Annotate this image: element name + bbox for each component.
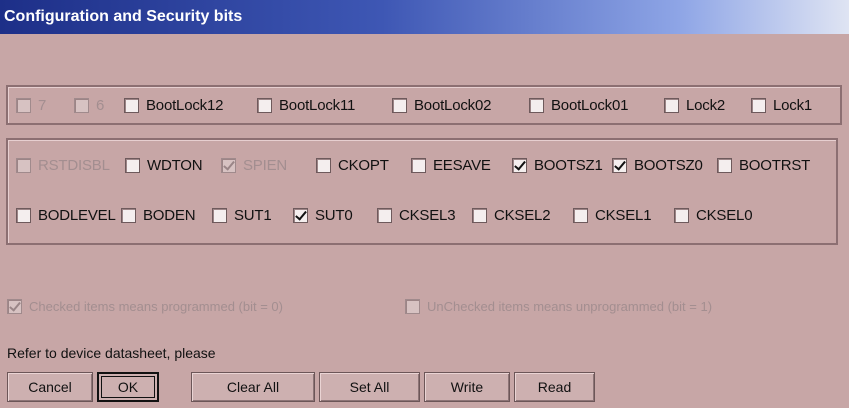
checkbox-bodlevel[interactable]: [16, 207, 31, 223]
checkbox-label-boden: BODEN: [143, 206, 196, 224]
legend-unchecked: UnChecked items means unprogrammed (bit …: [405, 299, 712, 314]
checkbox-label-spien: SPIEN: [243, 156, 288, 174]
lock-bits-group: 7 6 BootLock12 BootLock11 BootLock02 BootLock…: [6, 85, 842, 125]
fuse-item-bootsz0[interactable]: BOOTSZ0: [612, 157, 703, 174]
fuse-low-row: BODLEVEL BODEN SUT1 SUT0 CKSEL3 CKSEL2 CKSEL1 C…: [16, 206, 836, 224]
checkbox-label-bootsz0: BOOTSZ0: [634, 156, 703, 174]
ok-button[interactable]: OK: [97, 372, 159, 402]
legend-unchecked-text: UnChecked items means unprogrammed (bit …: [427, 299, 713, 314]
checkbox-label-cksel0: CKSEL0: [696, 206, 753, 224]
lock-bits-row: 7 6 BootLock12 BootLock11 BootLock02 BootLock…: [16, 96, 840, 114]
fuse-item-rstdisbl: RSTDISBL: [16, 157, 110, 174]
checkbox-label-bootrst: BOOTRST: [739, 156, 811, 174]
checkbox-6: [74, 97, 89, 113]
checkbox-bootlock11[interactable]: [257, 97, 272, 113]
fuse-bits-group: RSTDISBL WDTON SPIEN CKOPT EESAVE BOOTSZ1 BOOT…: [6, 138, 838, 245]
checkbox-sut0[interactable]: [293, 207, 308, 223]
checkbox-label-cksel1: CKSEL1: [595, 206, 652, 224]
checkbox-bootlock12[interactable]: [124, 97, 139, 113]
checkbox-cksel2[interactable]: [472, 207, 487, 223]
checkbox-bootrst[interactable]: [717, 157, 732, 173]
checkbox-lock2[interactable]: [664, 97, 679, 113]
checkbox-bootsz0[interactable]: [612, 157, 627, 173]
fuse-item-boden[interactable]: BODEN: [121, 206, 196, 224]
window-title: Configuration and Security bits: [0, 0, 849, 34]
checkbox-eesave[interactable]: [411, 157, 426, 173]
fuse-item-sut1[interactable]: SUT1: [212, 207, 272, 224]
checkbox-sut1[interactable]: [212, 207, 227, 223]
fuse-item-6: 6: [74, 97, 104, 114]
fuse-item-bootlock11[interactable]: BootLock11: [257, 97, 355, 114]
checkbox-label-lock1: Lock1: [773, 96, 813, 114]
fuse-item-sut0[interactable]: SUT0: [293, 207, 353, 224]
legend-checked-checkbox: [7, 299, 22, 314]
set-all-button[interactable]: Set All: [319, 372, 420, 402]
checkbox-label-rstdisbl: RSTDISBL: [38, 156, 110, 174]
checkbox-bootlock02[interactable]: [392, 97, 407, 113]
read-button[interactable]: Read: [514, 372, 595, 402]
checkbox-bootlock01[interactable]: [529, 97, 544, 113]
fuse-item-cksel1[interactable]: CKSEL1: [573, 206, 652, 224]
legend-checked: Checked items means programmed (bit = 0): [7, 299, 283, 314]
legend-unchecked-checkbox: [405, 299, 420, 314]
fuse-item-ckopt[interactable]: CKOPT: [316, 157, 389, 174]
checkbox-label-ckopt: CKOPT: [338, 156, 389, 174]
legend-checked-text: Checked items means programmed (bit = 0): [29, 299, 283, 314]
checkbox-label-cksel3: CKSEL3: [399, 206, 456, 224]
checkbox-label-bootlock12: BootLock12: [146, 96, 224, 114]
fuse-item-wdton[interactable]: WDTON: [125, 156, 203, 174]
clear-all-button[interactable]: Clear All: [191, 372, 315, 402]
cancel-button[interactable]: Cancel: [7, 372, 93, 402]
checkbox-label-lock2: Lock2: [686, 96, 726, 114]
checkbox-ckopt[interactable]: [316, 157, 331, 173]
checkbox-7: [16, 97, 31, 113]
checkbox-bootsz1[interactable]: [512, 157, 527, 173]
checkbox-label-7: 7: [38, 96, 47, 114]
fuse-item-cksel2[interactable]: CKSEL2: [472, 206, 551, 224]
fuse-item-bootrst[interactable]: BOOTRST: [717, 157, 810, 174]
checkbox-cksel0[interactable]: [674, 207, 689, 223]
fuse-item-bodlevel[interactable]: BODLEVEL: [16, 207, 116, 224]
checkbox-label-sut1: SUT1: [234, 206, 272, 224]
checkbox-label-bodlevel: BODLEVEL: [38, 206, 116, 224]
checkbox-label-bootlock11: BootLock11: [279, 96, 356, 114]
checkbox-spien: [221, 157, 236, 173]
checkbox-label-6: 6: [96, 96, 105, 114]
fuse-item-cksel3[interactable]: CKSEL3: [377, 206, 456, 224]
fuse-item-bootlock01[interactable]: BootLock01: [529, 97, 628, 114]
fuse-item-cksel0[interactable]: CKSEL0: [674, 206, 753, 224]
checkbox-label-cksel2: CKSEL2: [494, 206, 551, 224]
checkbox-boden[interactable]: [121, 207, 136, 223]
fuse-item-bootlock12[interactable]: BootLock12: [124, 97, 223, 114]
checkbox-label-wdton: WDTON: [147, 156, 203, 174]
fuse-item-bootsz1[interactable]: BOOTSZ1: [512, 157, 603, 174]
fuse-item-eesave[interactable]: EESAVE: [411, 157, 491, 174]
write-button[interactable]: Write: [424, 372, 510, 402]
checkbox-label-eesave: EESAVE: [433, 156, 491, 174]
checkbox-cksel1[interactable]: [573, 207, 588, 223]
fuse-item-7: 7: [16, 97, 46, 114]
datasheet-hint: Refer to device datasheet, please: [7, 345, 216, 361]
checkbox-lock1[interactable]: [751, 97, 766, 113]
fuse-high-row: RSTDISBL WDTON SPIEN CKOPT EESAVE BOOTSZ1 BOOT…: [16, 156, 836, 174]
fuse-item-lock2[interactable]: Lock2: [664, 97, 725, 114]
fuse-item-bootlock02[interactable]: BootLock02: [392, 97, 491, 114]
checkbox-label-bootlock02: BootLock02: [414, 96, 492, 114]
fuse-item-spien: SPIEN: [221, 157, 287, 174]
checkbox-label-bootsz1: BOOTSZ1: [534, 156, 603, 174]
fuse-item-lock1[interactable]: Lock1: [751, 97, 812, 114]
checkbox-wdton[interactable]: [125, 157, 140, 173]
checkbox-label-bootlock01: BootLock01: [551, 96, 629, 114]
checkbox-label-sut0: SUT0: [315, 206, 353, 224]
checkbox-cksel3[interactable]: [377, 207, 392, 223]
checkbox-rstdisbl: [16, 157, 31, 173]
